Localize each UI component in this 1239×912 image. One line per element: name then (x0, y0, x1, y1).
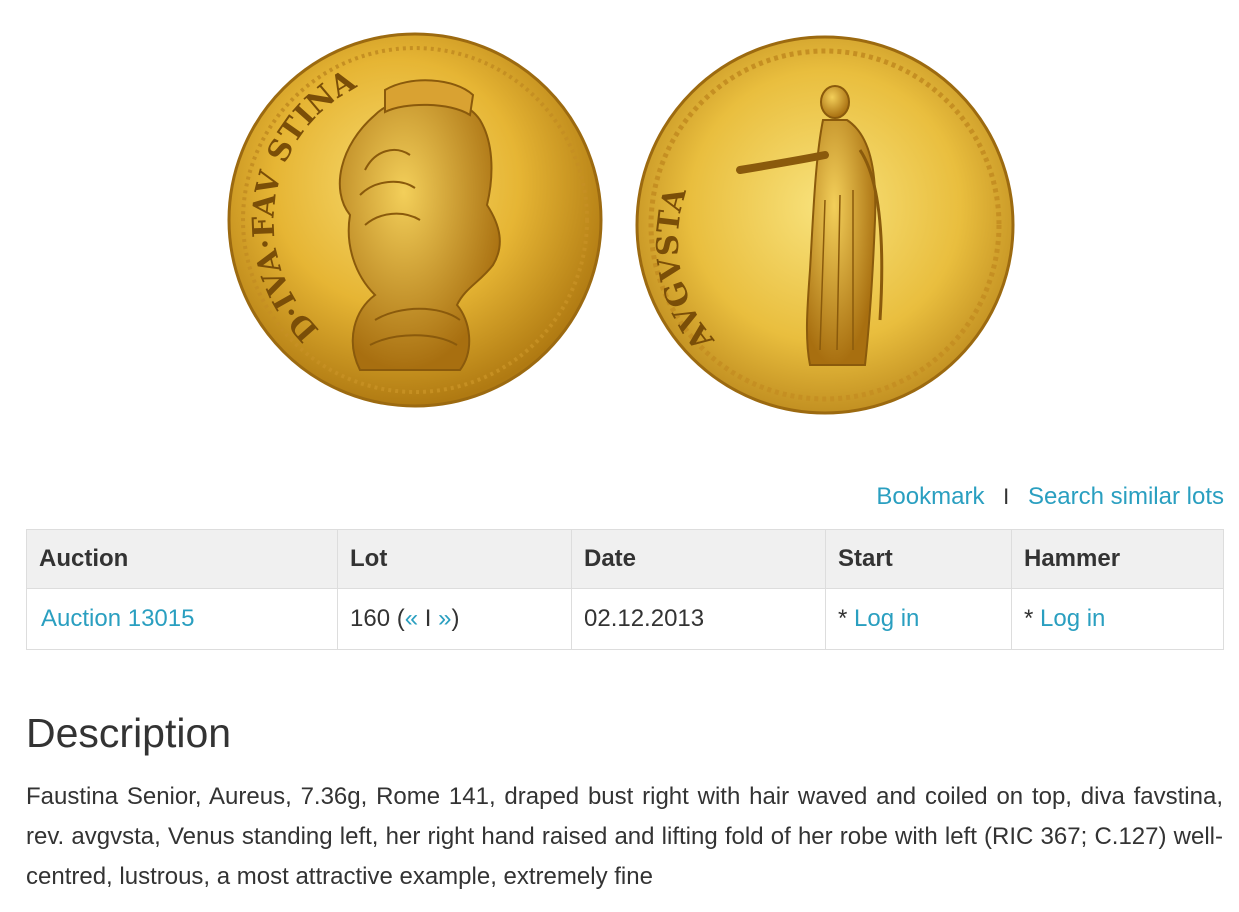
header-lot: Lot (337, 529, 572, 589)
lot-number: 160 (350, 605, 391, 632)
description-heading: Description (26, 710, 232, 756)
coin-reverse: AVGVSTA (635, 35, 1015, 415)
cell-auction: Auction 13015 (26, 588, 338, 650)
coin-obverse: D·IVA·FAV STINA (227, 32, 603, 408)
lot-actions: Bookmark I Search similar lots (876, 482, 1224, 512)
table-header-row: Auction Lot Date Start Hammer (26, 529, 1224, 589)
cell-lot: 160 (« I ») (337, 588, 572, 650)
lot-nav-separator: I (424, 605, 432, 632)
header-start: Start (825, 529, 1012, 589)
table-row: Auction 13015 160 (« I ») 02.12.2013 * L… (26, 588, 1224, 650)
previous-lot-link[interactable]: « (405, 605, 418, 632)
hammer-login-link[interactable]: Log in (1040, 605, 1105, 632)
auction-link[interactable]: Auction 13015 (41, 605, 194, 632)
next-lot-link[interactable]: » (438, 605, 451, 632)
action-separator: I (1003, 484, 1010, 509)
header-auction: Auction (26, 529, 338, 589)
header-hammer: Hammer (1011, 529, 1224, 589)
coin-image: D·IVA·FAV STINA AVGVSTA (225, 20, 1030, 420)
lot-nav-open-paren: ( (396, 605, 405, 632)
search-similar-lots-link[interactable]: Search similar lots (1028, 483, 1224, 510)
lot-info-table: Auction Lot Date Start Hammer Auction 13… (26, 529, 1224, 650)
start-asterisk: * (838, 605, 848, 632)
description-text: Faustina Senior, Aureus, 7.36g, Rome 141… (26, 783, 1223, 890)
cell-start: * Log in (825, 588, 1012, 650)
cell-date: 02.12.2013 (571, 588, 826, 650)
bookmark-link[interactable]: Bookmark (876, 483, 984, 510)
start-login-link[interactable]: Log in (854, 605, 919, 632)
header-date: Date (571, 529, 826, 589)
hammer-asterisk: * (1024, 605, 1034, 632)
lot-nav-close-paren: ) (451, 605, 460, 632)
cell-hammer: * Log in (1011, 588, 1224, 650)
